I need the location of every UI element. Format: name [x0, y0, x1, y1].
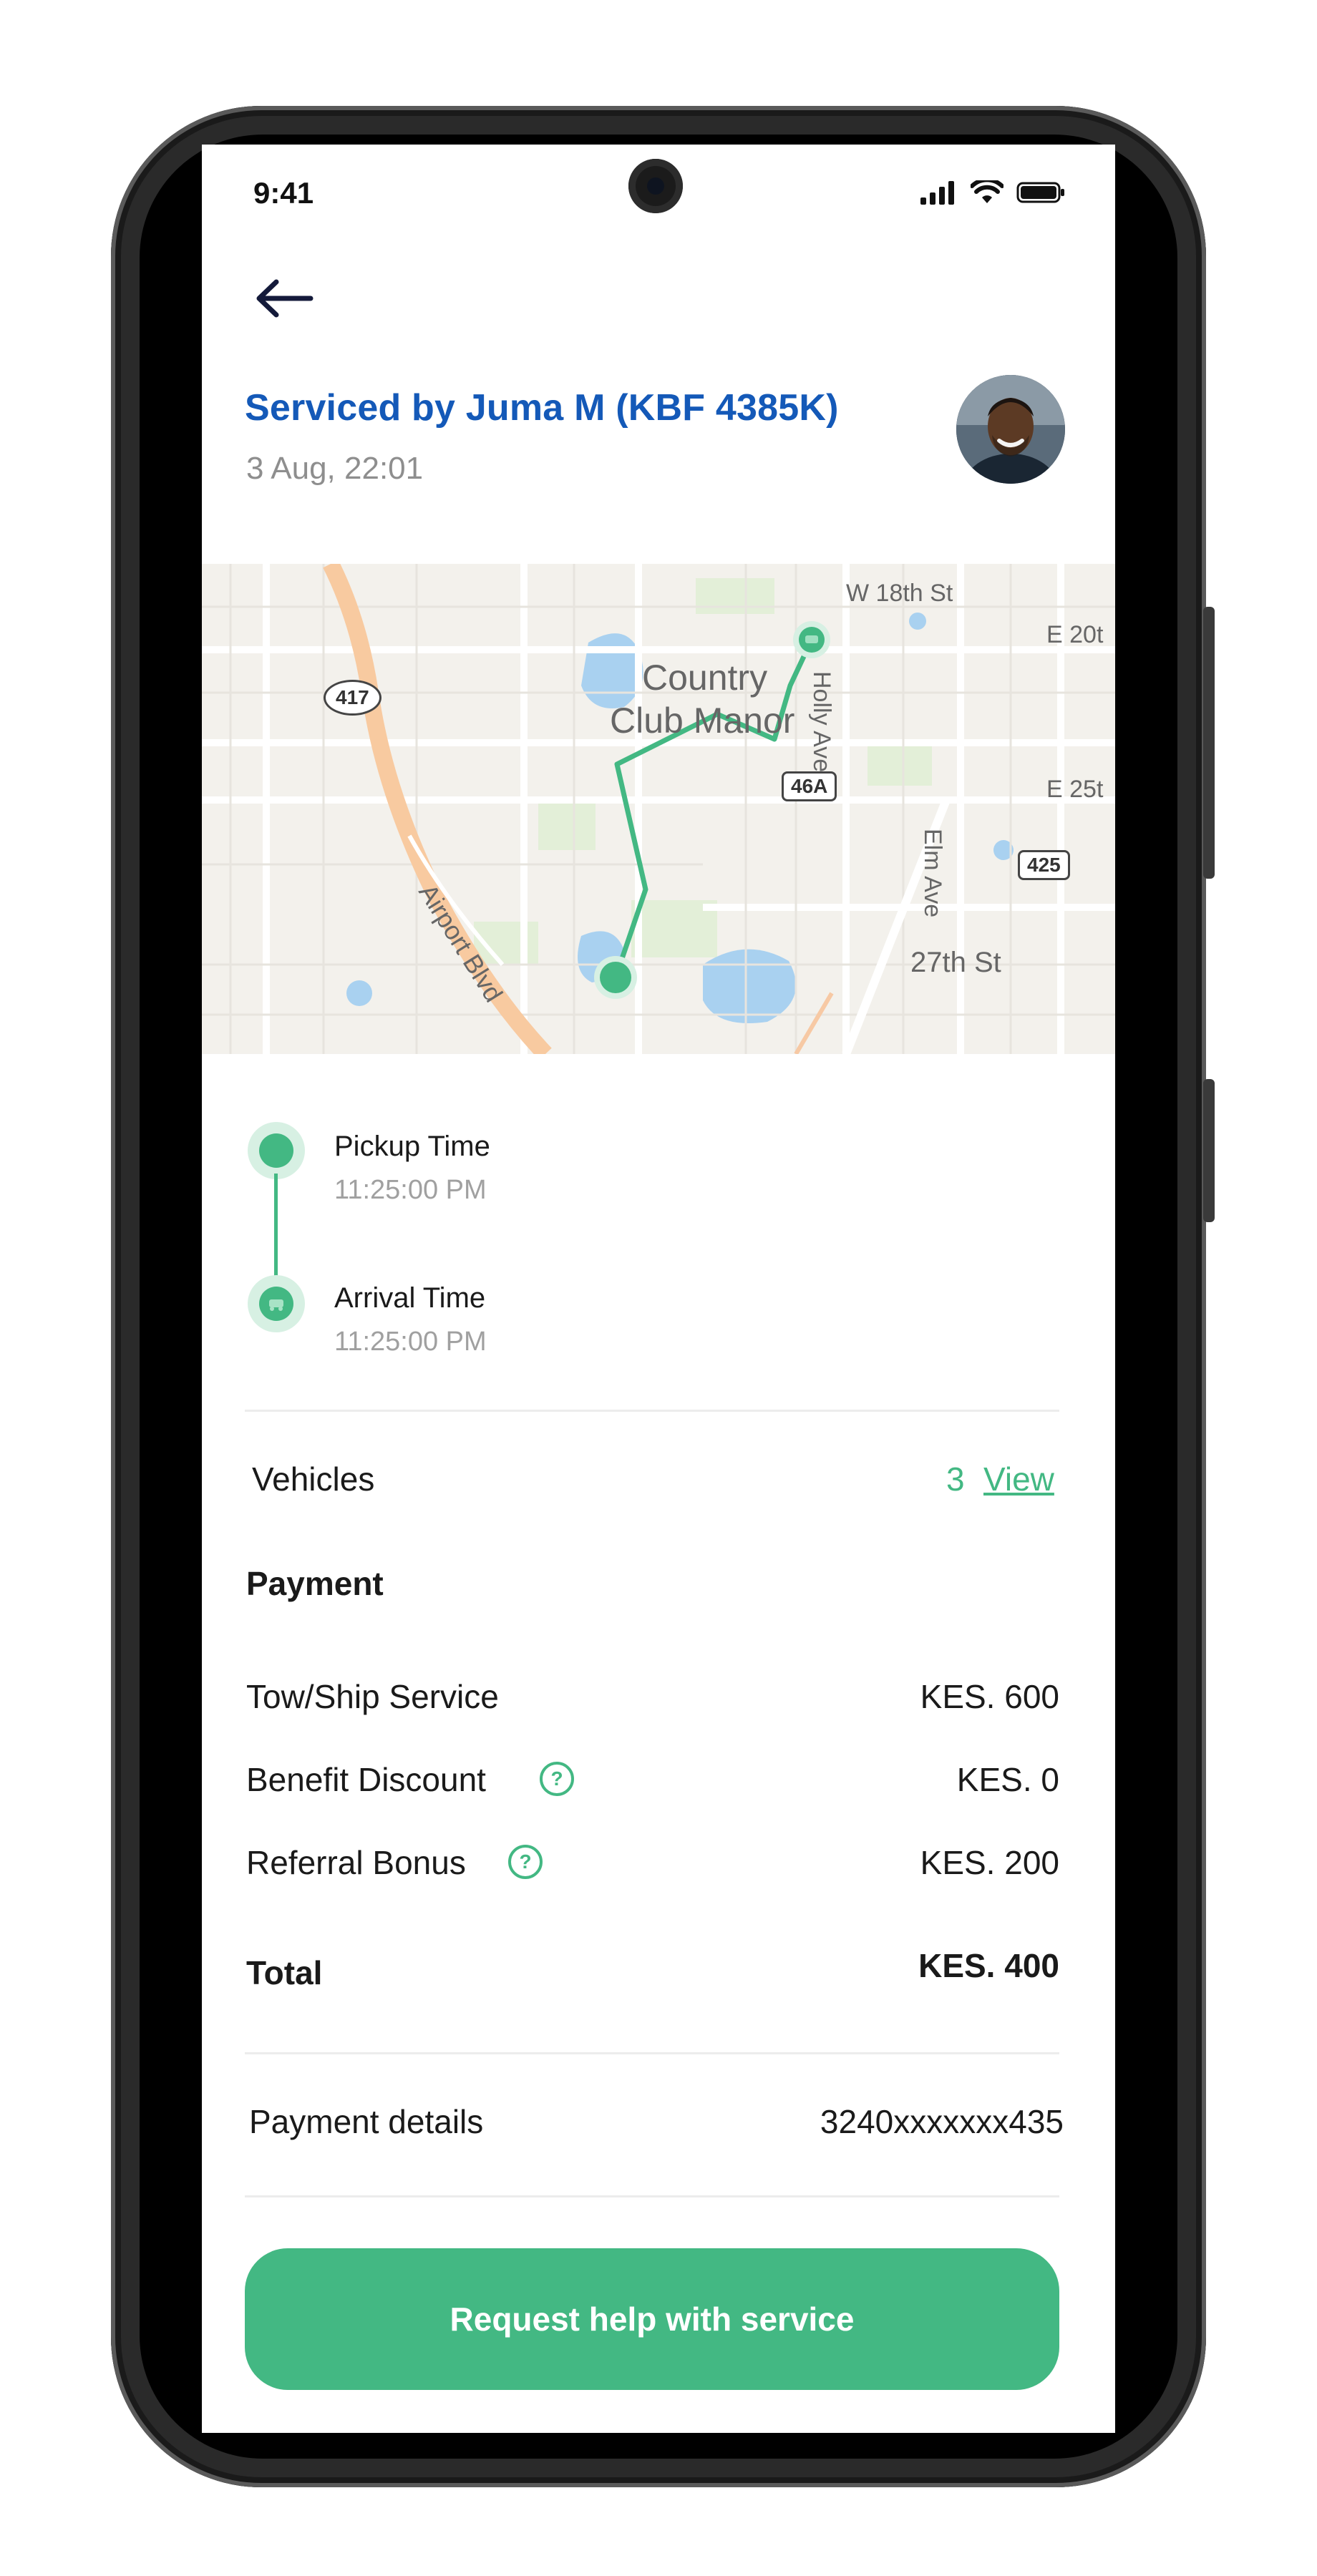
signal-icon [920, 181, 954, 205]
volume-button [1203, 607, 1215, 879]
map-label-holly: Holly Ave [808, 671, 835, 773]
payment-item-label: Tow/Ship Service [246, 1678, 499, 1715]
payment-item-label: Referral Bonus [246, 1844, 466, 1881]
driver-avatar[interactable] [956, 375, 1065, 484]
page-title: Serviced by Juma M (KBF 4385K) [245, 387, 839, 429]
divider [245, 2195, 1059, 2197]
arrival-label: Arrival Time [334, 1282, 486, 1314]
status-icons [920, 180, 1066, 205]
total-value: KES. 400 [918, 1947, 1059, 1984]
vehicles-label: Vehicles [252, 1460, 375, 1498]
arrival-dot [259, 1287, 293, 1321]
map-label-country: Country [642, 658, 768, 698]
wifi-icon [971, 180, 1003, 203]
payment-heading: Payment [246, 1565, 384, 1602]
avatar-image [956, 375, 1065, 484]
payment-details-value: 3240xxxxxxx435 [820, 2103, 1064, 2140]
request-help-button[interactable]: Request help with service [245, 2248, 1059, 2390]
map-label-club-manor: Club Manor [610, 701, 795, 741]
payment-item-value: KES. 200 [920, 1844, 1059, 1881]
map-label-27th: 27th St [910, 947, 1001, 978]
map-label-e25: E 25t [1046, 776, 1104, 803]
highway-shield-46a: 46A [782, 771, 837, 801]
total-label: Total [246, 1954, 323, 1991]
vehicles-view-link[interactable]: View [983, 1460, 1054, 1498]
app-screen: 9:41 Serviced by Juma M (KBF 4385K) 3 Au… [202, 145, 1115, 2433]
divider [245, 2052, 1059, 2054]
referral-bonus-help-icon[interactable]: ? [508, 1845, 543, 1879]
payment-item-label: Benefit Discount [246, 1761, 486, 1798]
payment-item-value: KES. 0 [956, 1761, 1059, 1798]
status-time: 9:41 [253, 176, 314, 210]
arrival-marker [248, 1275, 305, 1332]
arrival-time: 11:25:00 PM [334, 1327, 487, 1357]
divider [245, 1410, 1059, 1412]
back-arrow-icon[interactable] [252, 273, 316, 323]
vehicles-count: 3 [946, 1460, 965, 1498]
map-label-elm: Elm Ave [919, 829, 946, 918]
payment-item-value: KES. 600 [920, 1678, 1059, 1715]
map-label-w18: W 18th St [846, 580, 953, 607]
map-label-e20: E 20t [1046, 621, 1104, 648]
service-datetime: 3 Aug, 22:01 [246, 451, 424, 486]
map-canvas [202, 564, 1115, 1054]
pickup-marker [248, 1122, 305, 1179]
battery-icon [1016, 182, 1064, 203]
pickup-dot [259, 1133, 293, 1168]
highway-shield-425: 425 [1018, 850, 1070, 880]
pickup-time: 11:25:00 PM [334, 1175, 487, 1205]
pickup-label: Pickup Time [334, 1131, 490, 1162]
power-button [1203, 1079, 1215, 1222]
benefit-discount-help-icon[interactable]: ? [540, 1762, 574, 1796]
payment-details-label: Payment details [249, 2103, 484, 2140]
tow-truck-icon [269, 1299, 283, 1311]
front-camera [628, 159, 683, 213]
highway-shield-417: 417 [324, 680, 382, 716]
route-map[interactable]: W 18th St Country Club Manor Holly Ave E… [202, 564, 1115, 1054]
